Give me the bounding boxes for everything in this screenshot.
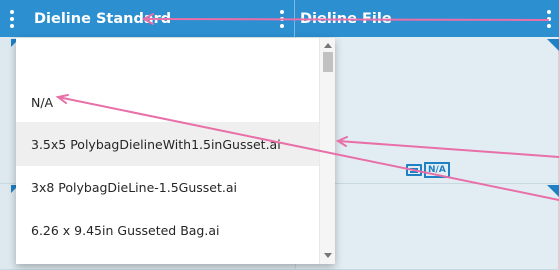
dieline-file-icon — [406, 164, 422, 176]
grid-header: Dieline Standard Dieline File — [0, 0, 559, 37]
dropdown-option[interactable]: 6.26 x 9.45in Gusseted Bag.ai — [16, 208, 319, 252]
grid-cell[interactable] — [296, 184, 559, 270]
dropdown-scrollbar[interactable] — [319, 38, 335, 264]
cell-marker-icon — [547, 39, 559, 51]
kebab-menu-icon[interactable] — [10, 10, 14, 28]
dropdown-option[interactable]: 3.5x5 PolybagDielineWith1.5inGusset.ai — [16, 122, 319, 166]
scrollbar-thumb[interactable] — [323, 52, 333, 72]
kebab-menu-icon[interactable] — [547, 10, 551, 28]
column-title: Dieline Standard — [34, 11, 172, 27]
dieline-file-badge[interactable]: N/A — [406, 162, 450, 178]
scroll-down-icon[interactable] — [324, 253, 332, 258]
dropdown-option[interactable]: N/A — [16, 80, 319, 124]
option-label: 3.5x5 PolybagDielineWith1.5inGusset.ai — [31, 136, 281, 152]
badge-text: N/A — [424, 162, 450, 178]
dropdown-option[interactable]: 3x8 PolybagDieLine-1.5Gusset.ai — [16, 165, 319, 209]
column-header-dieline-standard[interactable]: Dieline Standard — [0, 0, 295, 37]
kebab-menu-icon[interactable] — [280, 10, 284, 28]
option-label: 3x8 PolybagDieLine-1.5Gusset.ai — [31, 179, 237, 195]
option-label: 6.26 x 9.45in Gusseted Bag.ai — [31, 222, 220, 238]
option-label: N/A — [31, 94, 54, 110]
scroll-up-icon[interactable] — [324, 43, 332, 48]
column-header-dieline-file[interactable]: Dieline File — [296, 0, 559, 37]
cell-marker-icon — [547, 185, 559, 197]
dieline-standard-dropdown[interactable]: N/A 3.5x5 PolybagDielineWith1.5inGusset.… — [16, 38, 335, 264]
column-title: Dieline File — [300, 11, 392, 27]
